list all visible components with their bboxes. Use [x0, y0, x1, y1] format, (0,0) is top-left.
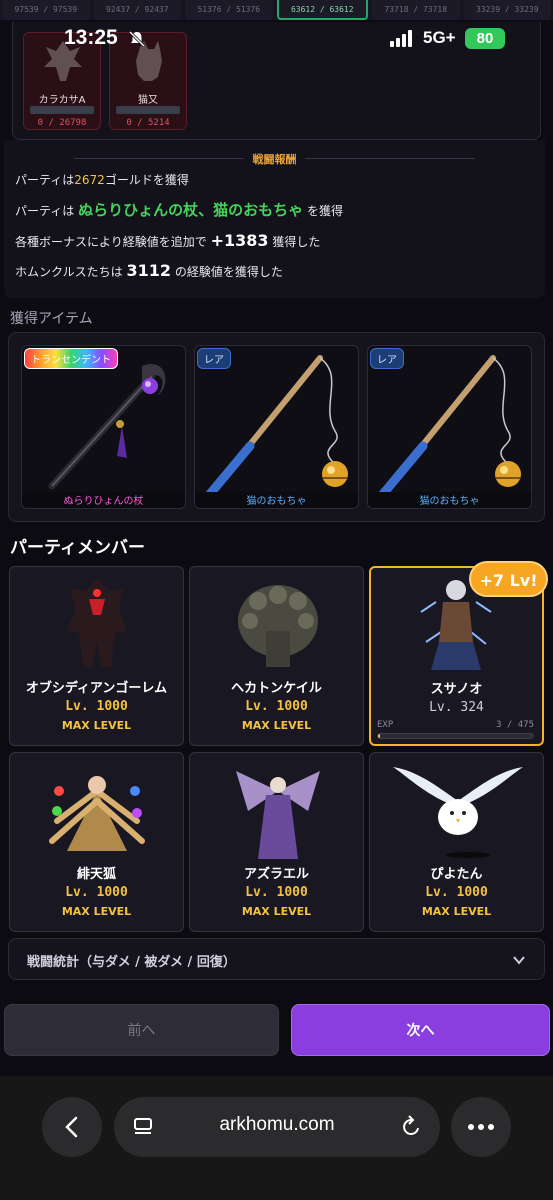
member-portrait — [236, 771, 320, 859]
address-bar[interactable]: arkhomu.com — [114, 1097, 440, 1157]
back-button[interactable] — [42, 1097, 102, 1157]
strip-cell: 33239 / 33239 — [463, 0, 551, 20]
chevron-left-icon — [65, 1116, 78, 1138]
battle-result-page: 97539 / 97539 92437 / 92437 51376 / 5137… — [0, 0, 553, 1200]
member-name: ヘカトンケイル — [231, 681, 322, 696]
rarity-badge: トランセンデント — [24, 348, 118, 369]
items-panel: トランセンデント ぬらりひょんの杖 レア 猫のおもちゃ レア 猫のおもちゃ — [8, 332, 545, 522]
next-button[interactable]: 次へ — [291, 1004, 550, 1056]
report-title: 戦闘報酬 — [4, 151, 545, 167]
enemy-hp: 0 / 26798 — [37, 118, 87, 128]
item-name: ぬらりひょんの杖 — [22, 492, 185, 508]
member-name: スサノオ — [430, 682, 483, 697]
member-status: MAX LEVEL — [61, 905, 132, 918]
exp-value: 3 / 475 — [496, 720, 534, 730]
accordion-label: 戦闘統計（与ダメ / 被ダメ / 回復） — [27, 955, 236, 970]
exp-bar — [377, 733, 534, 739]
member-card[interactable]: アズラエル Lv. 1000 MAX LEVEL — [189, 752, 364, 932]
member-name: オブシディアンゴーレム — [25, 681, 168, 696]
report-line-bonus-exp: 各種ボーナスにより経験値を追加で +1383 獲得した — [15, 231, 321, 250]
report-line-items: パーティは ぬらりひょんの杖、猫のおもちゃ を獲得 — [15, 201, 343, 219]
chevron-down-icon — [513, 956, 525, 965]
member-card[interactable]: 緋天狐 Lv. 1000 MAX LEVEL — [9, 752, 184, 932]
network-type: 5G+ — [423, 28, 456, 47]
item-card[interactable]: トランセンデント ぬらりひょんの杖 — [21, 345, 186, 509]
member-level: Lv. 324 — [429, 700, 484, 715]
member-name: ぴよたん — [430, 867, 483, 882]
report-line-exp: ホムンクルスたちは 3112 の経験値を獲得した — [15, 261, 283, 280]
item-card[interactable]: レア 猫のおもちゃ — [194, 345, 359, 509]
level-up-badge: +7 Lv! — [469, 561, 548, 597]
battery-indicator: 80 — [465, 28, 505, 49]
url-text: arkhomu.com — [219, 1114, 335, 1135]
member-name: 緋天狐 — [76, 867, 116, 882]
strip-cell: 97539 / 97539 — [2, 0, 90, 20]
member-card[interactable]: ヘカトンケイル Lv. 1000 MAX LEVEL — [189, 566, 364, 746]
member-portrait — [67, 579, 127, 667]
member-status: MAX LEVEL — [421, 905, 492, 918]
battle-report: 戦闘報酬 パーティは2672ゴールドを獲得 パーティは ぬらりひょんの杖、猫のお… — [4, 140, 545, 298]
item-name: 猫のおもちゃ — [368, 492, 531, 508]
exp-fill — [378, 734, 380, 738]
bell-muted-icon — [128, 30, 146, 48]
nav-bar: 前へ 次へ — [0, 996, 553, 1076]
browser-toolbar: arkhomu.com — [0, 1076, 553, 1200]
enemy-hp-bar — [30, 106, 94, 114]
rarity-badge: レア — [370, 348, 404, 369]
member-level: Lv. 1000 — [65, 885, 128, 900]
member-status: MAX LEVEL — [241, 719, 312, 732]
member-level: Lv. 1000 — [245, 885, 308, 900]
member-name: アズラエル — [243, 867, 309, 882]
enemy-hp: 0 / 5214 — [126, 118, 170, 128]
enemy-hp-bar — [116, 106, 180, 114]
member-portrait — [238, 585, 318, 667]
enemy-name: カラカサA — [38, 95, 86, 106]
more-button[interactable] — [451, 1097, 511, 1157]
member-status: MAX LEVEL — [241, 905, 312, 918]
strip-cell: 63612 / 63612 — [276, 0, 368, 20]
prev-button[interactable]: 前へ — [4, 1004, 279, 1056]
exp-label: EXP — [377, 720, 394, 730]
member-card[interactable]: オブシディアンゴーレム Lv. 1000 MAX LEVEL — [9, 566, 184, 746]
member-portrait — [393, 767, 523, 858]
enemy-name: 猫又 — [138, 95, 158, 106]
member-status: MAX LEVEL — [61, 719, 132, 732]
rarity-badge: レア — [197, 348, 231, 369]
party-heading: パーティメンバー — [10, 538, 145, 558]
member-level: Lv. 1000 — [425, 885, 488, 900]
report-line-gold: パーティは2672ゴールドを獲得 — [15, 173, 189, 187]
strip-cell: 73718 / 73718 — [372, 0, 460, 20]
status-bar: 13:25 5G+ 80 — [0, 26, 553, 56]
member-level: Lv. 1000 — [65, 699, 128, 714]
item-card[interactable]: レア 猫のおもちゃ — [367, 345, 532, 509]
ellipsis-icon — [468, 1124, 494, 1130]
strip-cell: 51376 / 51376 — [185, 0, 273, 20]
member-card[interactable]: ぴよたん Lv. 1000 MAX LEVEL — [369, 752, 544, 932]
strip-cell: 92437 / 92437 — [93, 0, 181, 20]
member-portrait — [49, 776, 145, 851]
item-name: 猫のおもちゃ — [195, 492, 358, 508]
clock: 13:25 — [64, 26, 118, 49]
previous-hp-strip: 97539 / 97539 92437 / 92437 51376 / 5137… — [0, 0, 553, 20]
items-heading: 獲得アイテム — [10, 311, 93, 327]
reload-icon[interactable] — [400, 1115, 422, 1139]
member-level: Lv. 1000 — [245, 699, 308, 714]
signal-icon — [390, 30, 412, 47]
battle-stats-accordion[interactable]: 戦闘統計（与ダメ / 被ダメ / 回復） — [8, 938, 545, 980]
